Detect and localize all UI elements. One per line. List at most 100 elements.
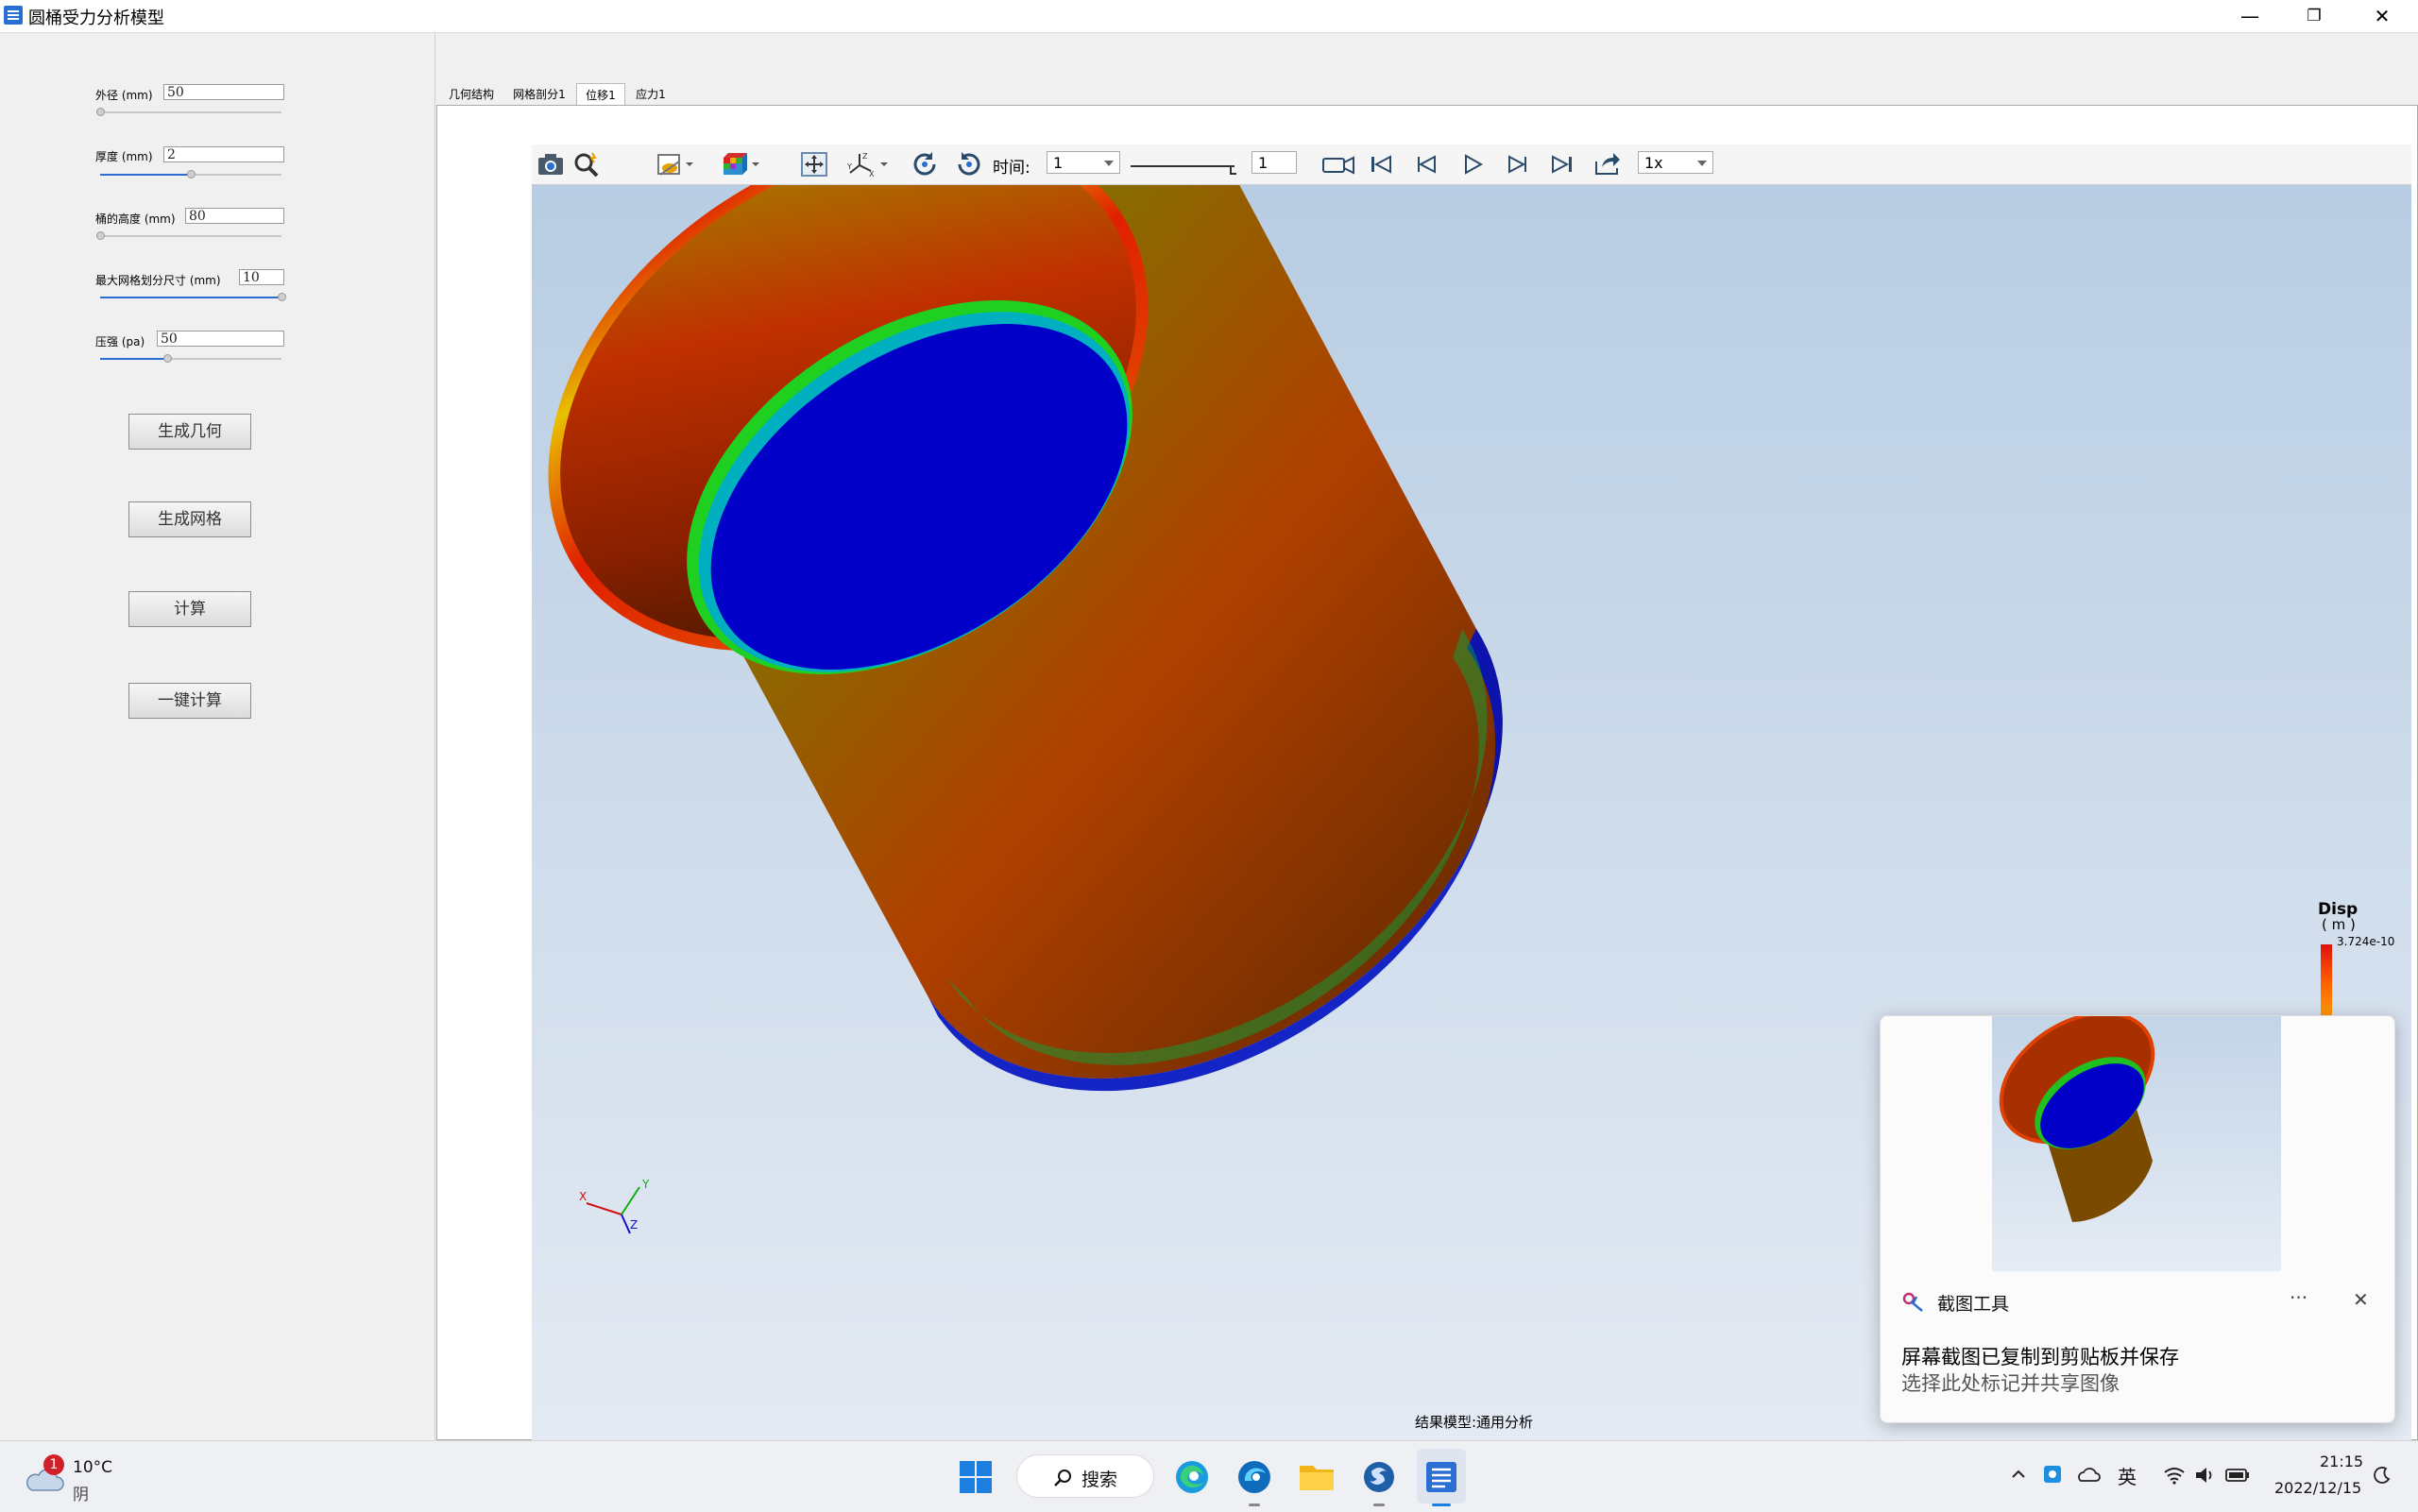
playback-speed-value: 1x — [1644, 154, 1663, 172]
export-icon[interactable] — [1592, 150, 1623, 178]
windows-start-icon[interactable] — [959, 1460, 993, 1494]
weather-notification-badge: 1 — [43, 1454, 64, 1475]
generate-mesh-button[interactable]: 生成网格 — [128, 501, 251, 537]
clock-date[interactable]: 2022/12/15 — [2274, 1479, 2361, 1497]
axis-z-label: Z — [630, 1218, 639, 1232]
notification-body: 选择此处标记并共享图像 — [1901, 1372, 2120, 1395]
notification-bell-icon[interactable] — [2373, 1466, 2392, 1485]
outer-diameter-input[interactable]: 50 — [163, 84, 284, 100]
notification-app-name: 截图工具 — [1937, 1294, 2010, 1315]
max-mesh-size-slider-thumb[interactable] — [278, 293, 286, 301]
tab-mesh[interactable]: 网格剖分1 — [506, 83, 572, 106]
pressure-slider[interactable] — [100, 354, 281, 363]
time-label: 时间: — [993, 159, 1030, 178]
onedrive-cloud-icon[interactable] — [2076, 1466, 2101, 1483]
record-video-icon[interactable] — [1320, 150, 1358, 178]
snipping-tool-icon — [1902, 1292, 1923, 1312]
outer-diameter-slider[interactable] — [96, 108, 281, 116]
color-cube-icon[interactable] — [719, 150, 749, 178]
ime-language-indicator[interactable]: 英 — [2118, 1462, 2137, 1489]
thickness-input[interactable]: 2 — [163, 146, 284, 162]
pressure-input[interactable]: 50 — [157, 331, 284, 347]
more-options-button[interactable]: ··· — [2290, 1286, 2307, 1309]
chevron-down-icon[interactable] — [877, 150, 891, 178]
fit-view-icon[interactable] — [799, 150, 829, 178]
pressure-label: 压强 (pa) — [95, 335, 145, 348]
previous-frame-icon[interactable] — [1412, 150, 1442, 178]
snip-notification[interactable]: 截图工具 ··· ✕ 屏幕截图已复制到剪贴板并保存 选择此处标记并共享图像 — [1880, 1015, 2395, 1423]
one-click-compute-button[interactable]: 一键计算 — [128, 683, 251, 719]
outer-diameter-slider-thumb[interactable] — [96, 108, 105, 116]
svg-text:Y: Y — [846, 162, 852, 171]
max-mesh-size-slider[interactable] — [100, 293, 286, 301]
chevron-up-icon[interactable] — [2010, 1466, 2027, 1483]
screenshot-thumbnail[interactable] — [1992, 1016, 2281, 1271]
compute-button[interactable]: 计算 — [128, 591, 251, 627]
max-mesh-size-slider-fill — [100, 297, 281, 298]
height-input[interactable]: 80 — [185, 208, 284, 224]
tab-displacement[interactable]: 位移1 — [576, 83, 625, 107]
taskbar: 1 10°C 阴 搜索 英 21:15 2022/12/15 — [0, 1440, 2418, 1512]
svg-text:Z: Z — [862, 152, 868, 161]
thickness-label: 厚度 (mm) — [95, 150, 153, 163]
clock-time[interactable]: 21:15 — [2320, 1453, 2363, 1470]
running-indicator — [1249, 1504, 1260, 1506]
camera-icon[interactable] — [536, 150, 566, 178]
file-explorer-icon[interactable] — [1296, 1456, 1337, 1498]
height-label: 桶的高度 (mm) — [95, 212, 176, 226]
cylinder-analysis-app-icon[interactable] — [1421, 1456, 1462, 1498]
battery-icon[interactable] — [2225, 1468, 2250, 1483]
zoom-icon[interactable] — [571, 150, 602, 178]
notification-headline: 屏幕截图已复制到剪贴板并保存 — [1901, 1346, 2179, 1368]
legend-color-bar — [2321, 944, 2332, 1020]
chevron-down-icon[interactable] — [749, 150, 762, 178]
edge-dev-icon[interactable] — [1234, 1456, 1275, 1498]
height-slider-thumb[interactable] — [96, 231, 105, 240]
weather-condition[interactable]: 阴 — [73, 1481, 89, 1504]
tab-stress[interactable]: 应力1 — [627, 83, 674, 106]
play-icon[interactable] — [1457, 150, 1488, 178]
taskbar-search-label: 搜索 — [1081, 1470, 1118, 1490]
pressure-slider-thumb[interactable] — [163, 354, 173, 363]
max-mesh-size-input[interactable]: 10 — [239, 269, 284, 285]
notification-close-button[interactable]: ✕ — [2353, 1288, 2369, 1311]
edge-browser-icon[interactable] — [1171, 1456, 1213, 1498]
running-indicator — [1373, 1504, 1385, 1506]
chevron-down-icon[interactable] — [683, 150, 696, 178]
wifi-icon[interactable] — [2163, 1466, 2186, 1485]
time-select[interactable]: 1 — [1047, 151, 1120, 174]
restore-button[interactable]: ❐ — [2282, 0, 2346, 32]
axis-y-label: Y — [642, 1178, 650, 1191]
step-spinbox[interactable]: 1 — [1252, 151, 1297, 174]
chevron-down-icon — [1697, 161, 1707, 166]
title-bar: 圆桶受力分析模型 — ❐ ✕ — [0, 0, 2418, 33]
last-frame-icon[interactable] — [1547, 150, 1577, 178]
close-button[interactable]: ✕ — [2350, 0, 2414, 32]
rotate-cw-icon[interactable] — [910, 150, 940, 178]
first-frame-icon[interactable] — [1366, 150, 1396, 178]
taskbar-search[interactable]: 搜索 — [1016, 1454, 1154, 1498]
clip-plane-icon[interactable] — [655, 150, 685, 178]
playback-speed-select[interactable]: 1x — [1638, 151, 1713, 174]
tray-app-icon[interactable] — [2042, 1464, 2063, 1485]
timeline-slider[interactable] — [1129, 150, 1240, 178]
app-swirl-icon[interactable] — [1358, 1456, 1400, 1498]
thickness-slider[interactable] — [100, 170, 281, 178]
axes-orient-icon[interactable]: Z Y X — [846, 150, 877, 178]
time-select-value: 1 — [1053, 154, 1064, 172]
viewer-toolbar: Z Y X 时间: 1 1 1x — [532, 144, 2411, 185]
tab-geometry[interactable]: 几何结构 — [436, 83, 506, 106]
generate-geometry-button[interactable]: 生成几何 — [128, 414, 251, 450]
parameter-panel: 外径 (mm) 50 厚度 (mm) 2 桶的高度 (mm) 80 最大网格划分… — [0, 33, 435, 1440]
app-icon — [4, 6, 23, 25]
pressure-slider-fill — [100, 358, 168, 360]
thickness-slider-thumb[interactable] — [187, 170, 196, 178]
weather-temperature[interactable]: 10°C — [73, 1458, 112, 1477]
legend-unit: ( m ) — [2322, 916, 2356, 933]
rotate-ccw-icon[interactable] — [954, 150, 984, 178]
next-frame-icon[interactable] — [1502, 150, 1532, 178]
minimize-button[interactable]: — — [2218, 0, 2282, 32]
volume-icon[interactable] — [2193, 1466, 2216, 1485]
result-model-status: 结果模型:通用分析 — [1415, 1414, 1534, 1431]
height-slider[interactable] — [96, 231, 281, 240]
